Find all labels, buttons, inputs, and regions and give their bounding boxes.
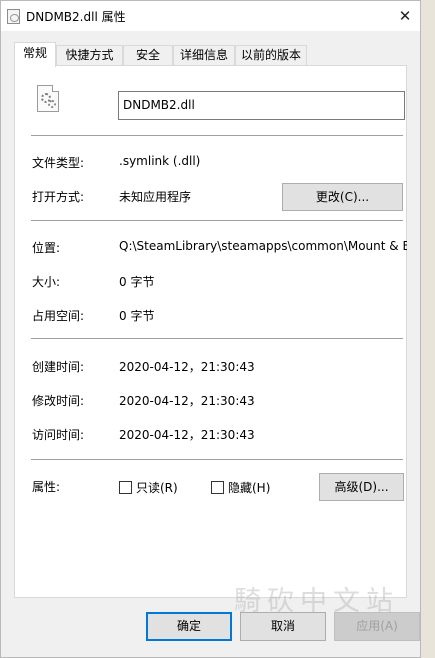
size-on-disk-value: 0 字节 xyxy=(119,309,155,323)
open-with-value: 未知应用程序 xyxy=(119,190,192,204)
hidden-checkbox[interactable]: 隐藏(H) xyxy=(211,479,270,496)
file-name-input[interactable]: DNDMB2.dll xyxy=(118,91,405,120)
gear-icon-small xyxy=(48,100,56,108)
dll-file-icon xyxy=(37,85,59,112)
open-with-label: 打开方式: xyxy=(32,190,85,204)
hidden-label: 隐藏(H) xyxy=(228,481,271,495)
readonly-checkbox[interactable]: 只读(R) xyxy=(119,479,178,496)
apply-button[interactable]: 应用(A) xyxy=(334,612,420,641)
properties-window: DNDMB2.dll 属性 ✕ 常规 快捷方式 安全 详细信息 以前的版本 DN… xyxy=(0,0,421,658)
tab-shortcut[interactable]: 快捷方式 xyxy=(56,45,123,66)
divider xyxy=(31,459,403,460)
size-on-disk-label: 占用空间: xyxy=(32,309,85,323)
window-title: DNDMB2.dll 属性 xyxy=(26,10,126,24)
modified-label: 修改时间: xyxy=(32,394,85,408)
file-icon xyxy=(7,9,20,24)
size-label: 大小: xyxy=(32,275,61,289)
change-button[interactable]: 更改(C)... xyxy=(282,183,403,211)
advanced-button[interactable]: 高级(D)... xyxy=(319,473,404,501)
general-tab-panel: DNDMB2.dll 文件类型: .symlink (.dll) 打开方式: 未… xyxy=(14,65,407,598)
checkbox-box[interactable] xyxy=(119,481,132,494)
ok-button[interactable]: 确定 xyxy=(146,612,232,641)
location-value: Q:\SteamLibrary\steamapps\common\Mount &… xyxy=(119,239,407,253)
close-button[interactable]: ✕ xyxy=(390,1,420,31)
location-label: 位置: xyxy=(32,241,61,255)
divider xyxy=(31,338,403,339)
size-value: 0 字节 xyxy=(119,275,155,289)
tab-security[interactable]: 安全 xyxy=(123,45,173,66)
tab-details[interactable]: 详细信息 xyxy=(173,45,235,66)
created-value: 2020-04-12，21:30:43 xyxy=(119,360,255,374)
file-type-value: .symlink (.dll) xyxy=(119,154,201,168)
tab-previous-versions[interactable]: 以前的版本 xyxy=(235,45,307,66)
accessed-value: 2020-04-12，21:30:43 xyxy=(119,428,255,442)
created-label: 创建时间: xyxy=(32,360,85,374)
checkbox-box[interactable] xyxy=(211,481,224,494)
divider xyxy=(31,135,403,136)
close-icon: ✕ xyxy=(398,7,412,25)
attributes-label: 属性: xyxy=(32,480,61,494)
cancel-button[interactable]: 取消 xyxy=(240,612,326,641)
divider xyxy=(31,220,403,221)
tab-general[interactable]: 常规 xyxy=(14,42,56,67)
title-bar[interactable]: DNDMB2.dll 属性 ✕ xyxy=(1,1,420,31)
accessed-label: 访问时间: xyxy=(32,428,85,442)
modified-value: 2020-04-12，21:30:43 xyxy=(119,394,255,408)
file-type-label: 文件类型: xyxy=(32,156,85,170)
readonly-label: 只读(R) xyxy=(136,481,178,495)
